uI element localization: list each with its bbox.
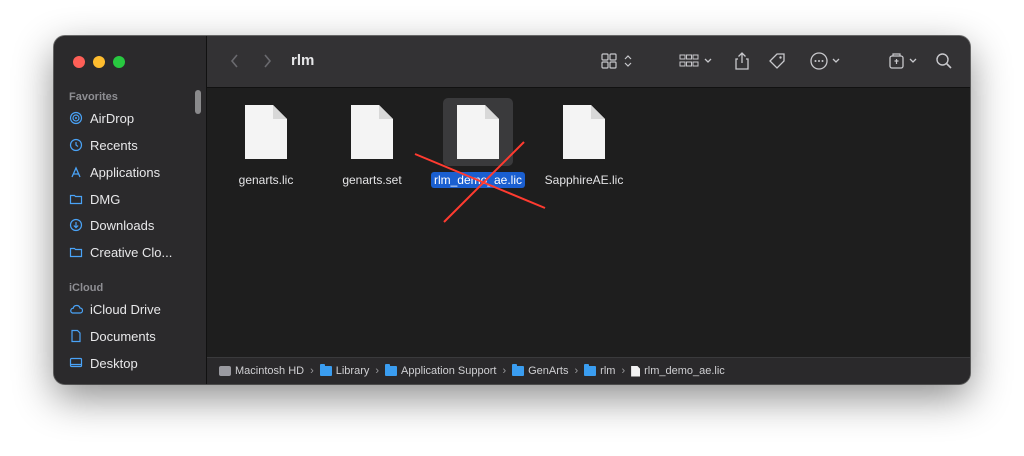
sidebar-item-label: Applications [90,164,161,180]
grid-view-icon [601,53,632,69]
sidebar-item-label: Desktop [90,355,138,371]
sidebar-item-label: iCloud Drive [90,301,161,317]
path-item-label: GenArts [528,365,569,377]
chevron-right-icon: › [502,365,507,377]
share-icon [735,52,749,70]
path-item-rlm[interactable]: rlm [584,364,616,377]
applications-icon [69,165,83,179]
document-file-icon [457,105,499,159]
file-name: genarts.set [342,173,402,187]
search-button[interactable] [935,50,953,72]
path-bar: Macintosh HD › Library › Application Sup… [207,357,970,384]
document-file-icon [563,105,605,159]
folder-icon [69,245,83,259]
sidebar-item-icloud-drive[interactable]: iCloud Drive [69,298,201,320]
toolbar: rlm [207,36,970,88]
sidebar: Favorites AirDrop Recents Applications D… [54,36,207,384]
path-item-application-support[interactable]: Application Support [385,364,497,377]
chevron-right-icon: › [621,365,626,377]
file-item-selected[interactable]: rlm_demo_ae.lic [423,98,533,189]
file-item[interactable]: SapphireAE.lic [529,98,639,189]
document-file-icon [351,105,393,159]
path-item-label: rlm [600,365,616,377]
path-item-label: rlm_demo_ae.lic [644,365,725,377]
finder-window: Favorites AirDrop Recents Applications D… [54,36,970,384]
sidebar-item-airdrop[interactable]: AirDrop [69,107,201,129]
document-icon [69,329,83,343]
desktop-icon [69,356,83,370]
folder-icon [319,364,332,376]
sidebar-item-label: Recents [90,137,138,153]
file-name: SapphireAE.lic [544,173,624,187]
sidebar-item-downloads[interactable]: Downloads [69,214,201,236]
download-icon [69,218,83,232]
file-name: genarts.lic [238,173,294,187]
sidebar-item-label: DMG [90,191,121,207]
forward-button[interactable] [261,50,273,72]
chevron-right-icon: › [310,365,314,377]
search-icon [936,53,952,69]
clock-icon [69,138,83,152]
sidebar-item-label: Documents [90,328,156,344]
file-item[interactable]: genarts.set [317,98,427,189]
back-button[interactable] [229,50,241,72]
sidebar-item-label: AirDrop [90,110,135,126]
sidebar-header-favorites: Favorites [69,91,118,103]
chevron-right-icon: › [375,365,380,377]
extension-button[interactable] [887,50,923,72]
folder-icon [512,364,525,376]
sidebar-item-recents[interactable]: Recents [69,134,201,156]
folder-icon [69,192,83,206]
tag-icon [769,53,785,69]
path-item-label: Library [335,365,370,377]
sidebar-item-label: Creative Clo... [90,244,173,260]
path-item-genarts[interactable]: GenArts [512,364,569,377]
sidebar-item-applications[interactable]: Applications [69,161,201,183]
window-title: rlm [291,52,315,69]
sidebar-item-documents[interactable]: Documents [69,325,201,347]
hard-drive-icon [219,366,231,376]
sidebar-item-creative-cloud[interactable]: Creative Clo... [69,241,201,263]
window-controls [73,56,125,68]
cloud-icon [69,302,83,316]
tags-button[interactable] [767,50,787,72]
path-item-label: Application Support [401,365,497,377]
path-item-library[interactable]: Library [319,364,370,377]
chevron-right-icon: › [574,365,579,377]
sidebar-item-desktop[interactable]: Desktop [69,352,201,374]
airdrop-icon [69,111,83,125]
group-button[interactable] [679,50,715,72]
sidebar-item-label: Downloads [90,217,155,233]
bag-icon [889,53,917,69]
folder-icon [584,364,597,376]
document-icon [631,365,641,377]
close-window-button[interactable] [73,56,85,68]
zoom-window-button[interactable] [113,56,125,68]
file-browser: genarts.lic genarts.set rlm_demo_ae.lic [207,88,970,358]
share-button[interactable] [733,50,751,72]
path-item-file[interactable]: rlm_demo_ae.lic [631,365,725,377]
group-icon [679,54,712,67]
path-item-macintosh-hd[interactable]: Macintosh HD [219,365,304,377]
minimize-window-button[interactable] [93,56,105,68]
folder-icon [385,364,398,376]
chevron-left-icon [230,54,238,68]
file-name: rlm_demo_ae.lic [430,172,526,188]
sidebar-header-icloud: iCloud [69,282,104,294]
view-mode-button[interactable] [601,50,637,72]
chevron-right-icon [264,54,272,68]
path-item-label: Macintosh HD [235,365,305,377]
file-item[interactable]: genarts.lic [211,98,321,189]
sidebar-item-dmg[interactable]: DMG [69,188,201,210]
ellipsis-circle-icon [810,52,840,70]
action-menu-button[interactable] [809,50,845,72]
document-file-icon [245,105,287,159]
